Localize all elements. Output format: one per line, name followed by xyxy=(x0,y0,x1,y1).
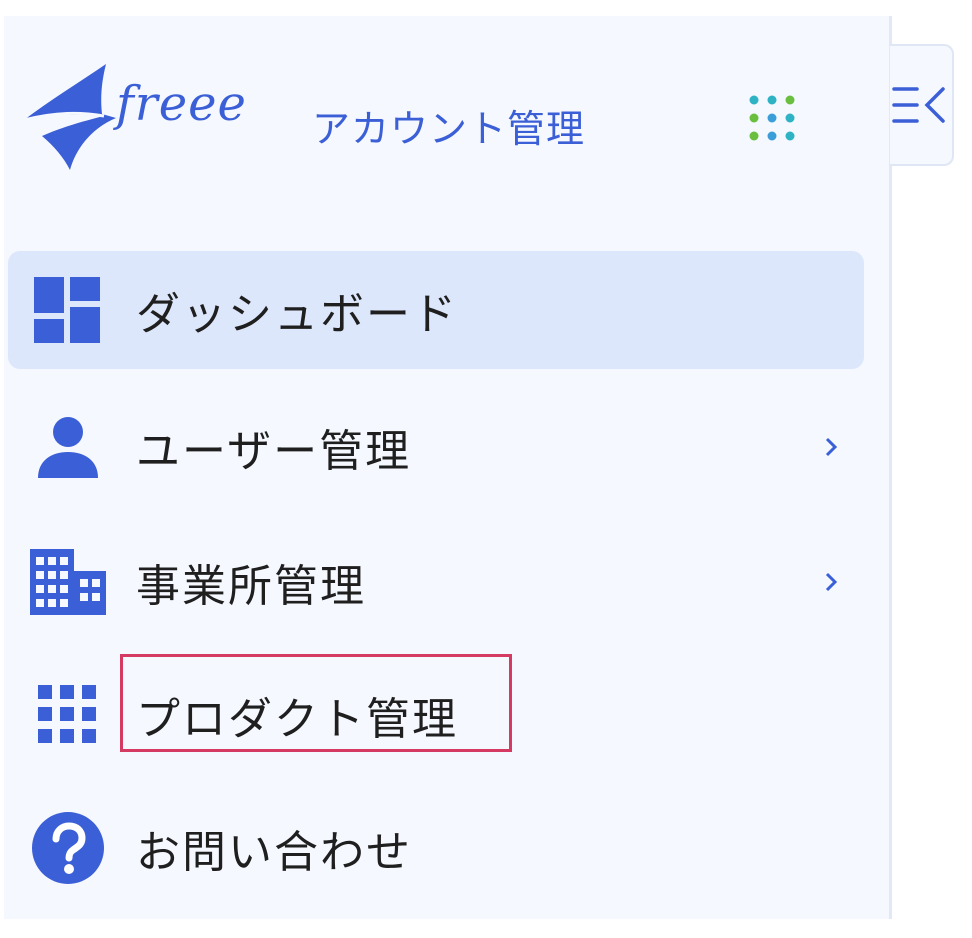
apps-grid-icon xyxy=(28,675,108,755)
nav-item-user-management[interactable]: ユーザー管理 xyxy=(8,388,864,506)
person-icon xyxy=(28,407,108,487)
app-grid-icon[interactable] xyxy=(746,94,806,154)
nav-label-office-management: 事業所管理 xyxy=(136,561,366,612)
nav-label-user-management: ユーザー管理 xyxy=(136,426,412,477)
nav-item-dashboard[interactable]: ダッシュボード xyxy=(8,251,864,369)
nav-label-dashboard: ダッシュボード xyxy=(136,289,458,340)
nav-item-office-management[interactable]: 事業所管理 xyxy=(8,523,864,641)
collapse-sidebar-icon xyxy=(892,87,945,123)
building-icon xyxy=(28,542,108,622)
nav-item-contact[interactable]: お問い合わせ xyxy=(8,789,864,907)
help-icon xyxy=(28,808,108,888)
logo-text: freee xyxy=(116,76,247,132)
chevron-right-icon xyxy=(816,567,846,597)
app-title: アカウント管理 xyxy=(312,107,586,151)
nav-item-product-management[interactable]: プロダクト管理 xyxy=(8,656,864,774)
chevron-right-icon xyxy=(816,432,846,462)
freee-bird-logo xyxy=(23,64,116,170)
nav-label-contact: お問い合わせ xyxy=(136,827,412,878)
logo[interactable]: freee アカウント管理 xyxy=(20,62,640,182)
nav-label-product-management: プロダクト管理 xyxy=(136,694,458,745)
sidebar: freee アカウント管理 ダッシュボード ユーザー管理 事業所管理 プロダクト… xyxy=(4,16,892,919)
dashboard-icon xyxy=(28,270,108,350)
collapse-sidebar-button[interactable] xyxy=(890,44,954,166)
